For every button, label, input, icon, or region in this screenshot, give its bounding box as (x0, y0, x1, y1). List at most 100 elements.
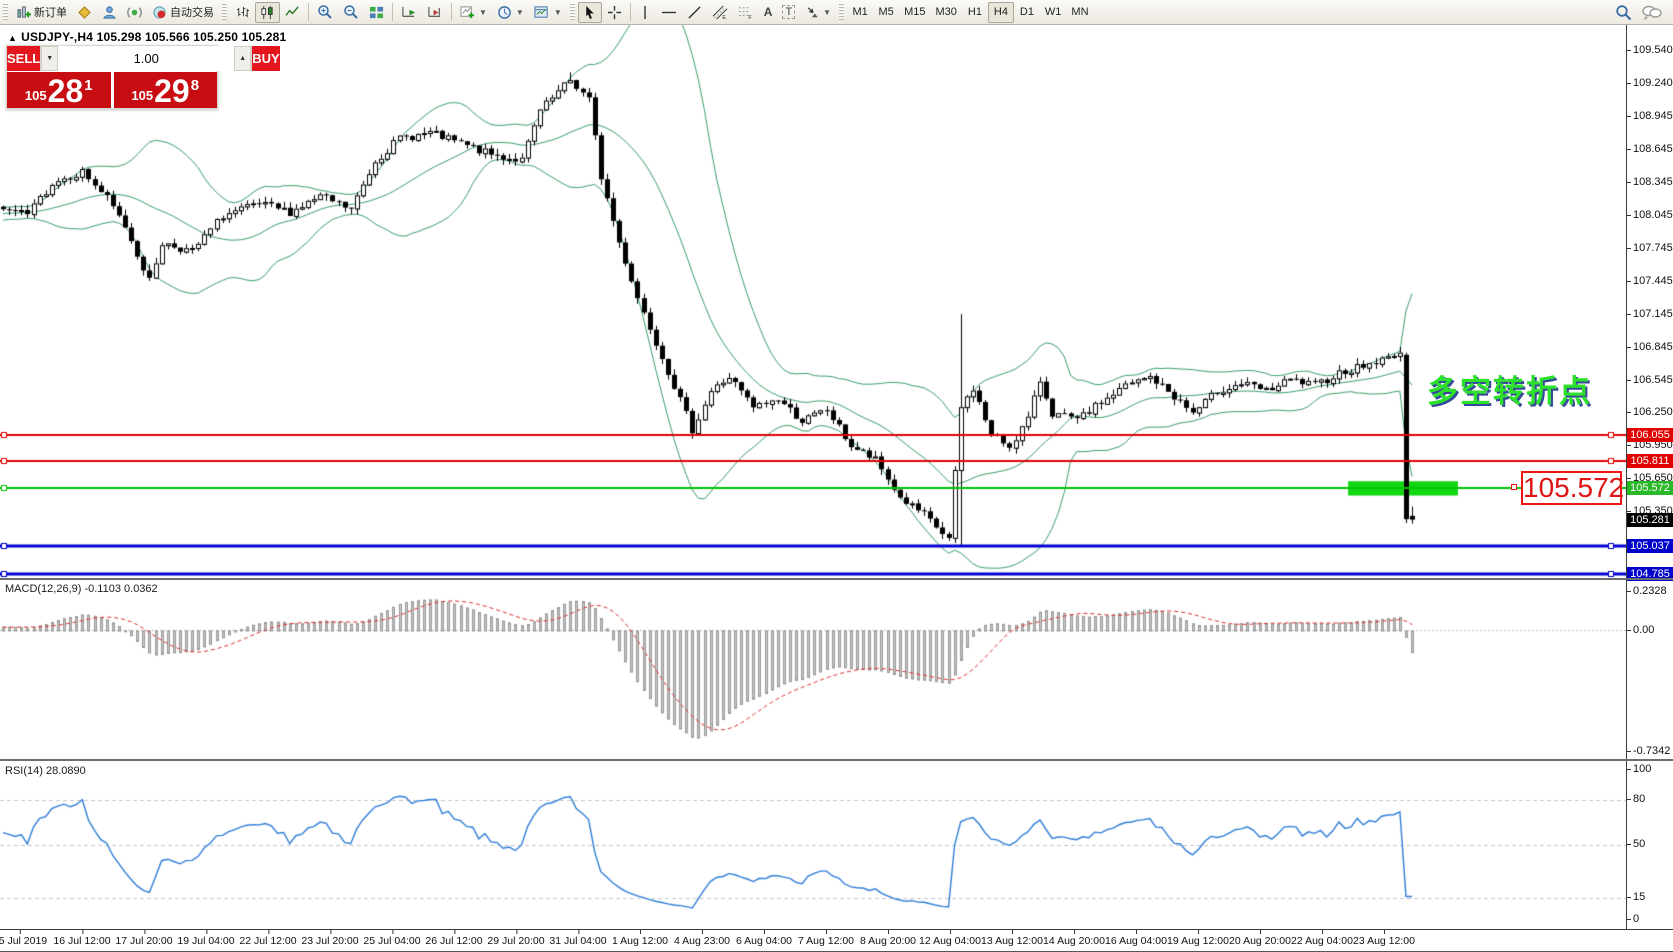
channel-tool-button[interactable]: E (707, 2, 733, 23)
price-tick-label: 109.540 (1633, 44, 1673, 56)
zoom-out-button[interactable] (338, 2, 364, 23)
buy-price-button[interactable]: 105 29 8 (114, 72, 218, 108)
svg-text:E: E (722, 15, 726, 20)
time-axis[interactable]: 15 Jul 201916 Jul 12:0017 Jul 20:0019 Ju… (0, 929, 1673, 952)
timeframe-d1-button[interactable]: D1 (1014, 2, 1040, 23)
time-tick-label: 16 Jul 12:00 (53, 935, 110, 947)
price-tick-label: 109.240 (1633, 77, 1673, 89)
buy-button[interactable]: BUY (252, 46, 279, 71)
search-button[interactable] (1610, 2, 1637, 23)
chevron-down-icon: ▼ (554, 8, 562, 17)
mt4-terminal: 新订单 自动交易 (0, 0, 1673, 952)
vertical-line-icon (639, 5, 651, 20)
autotrade-icon (152, 5, 167, 20)
rsi-tick-label: 15 (1633, 891, 1645, 903)
zoom-out-icon (343, 4, 359, 20)
timeframe-h1-button[interactable]: H1 (962, 2, 988, 23)
new-order-button[interactable]: 新订单 (11, 2, 72, 23)
line-chart-button[interactable] (280, 2, 305, 23)
zoom-in-button[interactable] (312, 2, 338, 23)
toolbar-grip[interactable] (570, 3, 575, 21)
community-button[interactable] (97, 2, 122, 23)
price-tick-label: 108.645 (1633, 143, 1673, 155)
buy-price-pips: 29 (154, 76, 190, 106)
arrows-tool-button[interactable]: ▼ (800, 2, 836, 23)
turning-point-annotation[interactable]: 多空转折点 (1427, 366, 1592, 411)
timeframe-bar: M1M5M15M30H1H4D1W1MN (847, 2, 1093, 23)
fibonacci-tool-button[interactable]: F (733, 2, 759, 23)
volume-increase-button[interactable]: ▲ (234, 46, 251, 71)
macd-tick-label: 0.00 (1633, 624, 1654, 636)
signals-button[interactable] (122, 2, 147, 23)
indicators-button[interactable]: ▼ (455, 2, 492, 23)
rsi-tick-label: 80 (1633, 793, 1645, 805)
volume-decrease-button[interactable]: ▼ (41, 46, 58, 71)
crosshair-icon (607, 5, 622, 20)
toolbar-grip[interactable] (3, 3, 8, 21)
chat-button[interactable] (1637, 2, 1667, 23)
toolbar-grip[interactable] (222, 3, 227, 21)
vertical-line-tool-button[interactable] (634, 2, 656, 23)
template-icon (534, 5, 550, 20)
time-tick-label: 4 Aug 23:00 (674, 935, 730, 947)
trendline-tool-button[interactable] (682, 2, 707, 23)
time-tick-label: 29 Jul 20:00 (487, 935, 544, 947)
timeframe-mn-button[interactable]: MN (1066, 2, 1093, 23)
symbol-ohlc-text: USDJPY-,H4 105.298 105.566 105.250 105.2… (21, 30, 286, 44)
time-tick-label: 26 Jul 12:00 (425, 935, 482, 947)
timeframe-m30-button[interactable]: M30 (931, 2, 962, 23)
autotrade-button[interactable]: 自动交易 (147, 2, 219, 23)
periods-button[interactable]: ▼ (492, 2, 529, 23)
autotrade-label: 自动交易 (170, 4, 214, 20)
tile-windows-icon (369, 5, 384, 20)
cursor-tool-button[interactable] (578, 2, 602, 23)
timeframe-w1-button[interactable]: W1 (1040, 2, 1067, 23)
bar-chart-button[interactable] (230, 2, 255, 23)
zoom-in-icon (317, 4, 333, 20)
price-chart-canvas[interactable] (0, 0, 1673, 952)
time-tick-label: 31 Jul 04:00 (549, 935, 606, 947)
price-tag-105572[interactable]: 105.572 (1521, 471, 1622, 505)
price-level-badge: 105.281 (1627, 513, 1673, 527)
clock-icon (497, 5, 512, 20)
horizontal-line-tool-button[interactable] (656, 2, 682, 23)
price-level-badge: 105.811 (1627, 454, 1673, 468)
templates-button[interactable]: ▼ (529, 2, 567, 23)
timeframe-m1-button[interactable]: M1 (847, 2, 873, 23)
price-tick-label: 108.345 (1633, 176, 1673, 188)
timeframe-h4-button[interactable]: H4 (988, 2, 1014, 23)
chart-shift-button[interactable] (422, 2, 448, 23)
candlestick-chart-icon (260, 5, 275, 20)
crosshair-tool-button[interactable] (602, 2, 627, 23)
rsi-tick-label: 0 (1633, 913, 1639, 925)
timeframe-m15-button[interactable]: M15 (899, 2, 930, 23)
svg-text:F: F (748, 15, 752, 20)
indicators-icon (460, 5, 475, 20)
sell-price-pips: 28 (48, 76, 84, 106)
time-tick-label: 25 Jul 04:00 (363, 935, 420, 947)
one-click-trading-panel: SELL ▼ ▲ BUY 105 28 1 105 29 8 (6, 45, 218, 109)
volume-input[interactable] (58, 46, 234, 71)
collapse-triangle-icon[interactable]: ▲ (8, 33, 17, 43)
text-tool-button[interactable]: A (759, 2, 778, 23)
community-icon (102, 5, 117, 20)
sell-price-button[interactable]: 105 28 1 (7, 72, 111, 108)
timeframe-m5-button[interactable]: M5 (873, 2, 899, 23)
signals-icon (127, 5, 142, 20)
rsi-tick-label: 50 (1633, 838, 1645, 850)
trendline-icon (687, 5, 702, 20)
pane-separator[interactable] (0, 759, 1673, 761)
text-tool-icon: A (764, 5, 773, 19)
auto-scroll-icon (401, 5, 417, 20)
pane-separator[interactable] (0, 578, 1673, 580)
auto-scroll-button[interactable] (396, 2, 422, 23)
favorites-button[interactable] (72, 2, 97, 23)
tile-windows-button[interactable] (364, 2, 389, 23)
rsi-label: RSI(14) 28.0890 (5, 765, 86, 777)
time-tick-label: 8 Aug 20:00 (860, 935, 916, 947)
sell-button[interactable]: SELL (7, 46, 40, 71)
price-tag-handle[interactable] (1511, 484, 1517, 490)
toolbar-grip[interactable] (839, 3, 844, 21)
candlestick-chart-button[interactable] (255, 2, 280, 23)
label-tool-button[interactable]: T (777, 2, 800, 23)
